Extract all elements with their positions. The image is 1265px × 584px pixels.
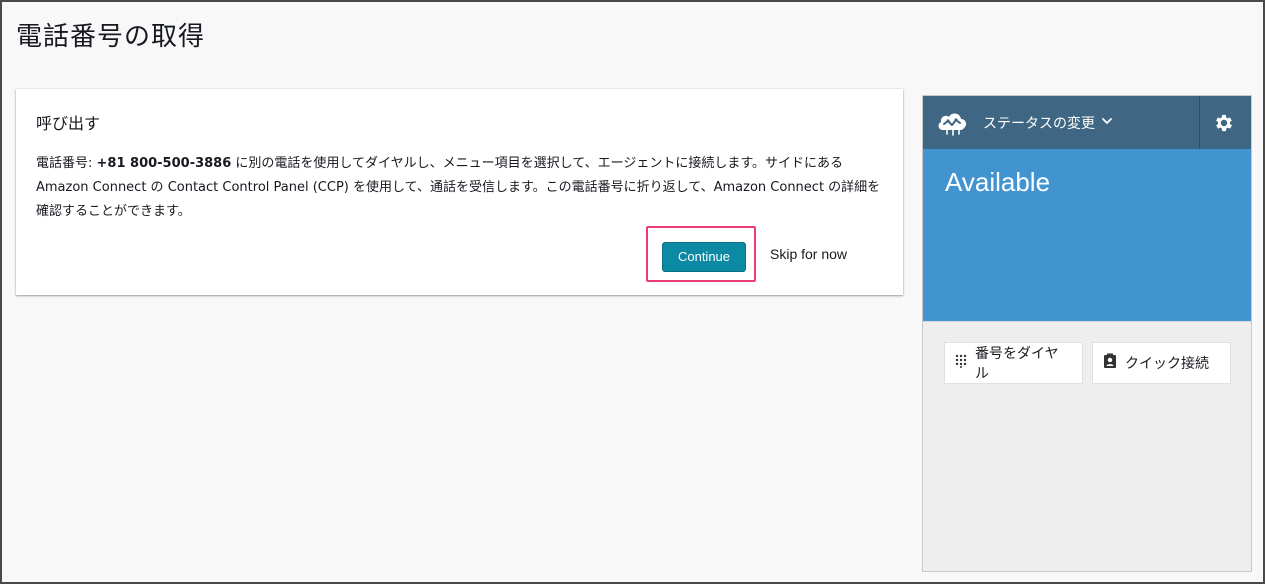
dial-number-label: 番号をダイヤル bbox=[975, 346, 1059, 382]
quick-connect-button[interactable]: クイック接続 bbox=[1092, 342, 1231, 384]
page-title: 電話番号の取得 bbox=[16, 22, 206, 52]
contact-card-icon bbox=[1103, 353, 1117, 373]
status-change-dropdown[interactable]: ステータスの変更 bbox=[983, 112, 1113, 134]
status-change-label: ステータスの変更 bbox=[983, 116, 1095, 132]
continue-button[interactable]: Continue bbox=[662, 242, 746, 272]
header-divider bbox=[1199, 96, 1200, 149]
panel-description: 電話番号: +81 800-500-3886 に別の電話を使用してダイヤルし、メ… bbox=[36, 152, 886, 224]
dialpad-icon bbox=[955, 354, 967, 372]
panel-title: 呼び出す bbox=[36, 114, 101, 133]
agent-status-area: Available bbox=[923, 149, 1251, 321]
contact-control-panel: ステータスの変更 Available 番号をダイヤル クイック接続 bbox=[922, 95, 1252, 572]
ccp-actions: 番号をダイヤル クイック接続 bbox=[923, 321, 1251, 571]
phone-number: +81 800-500-3886 bbox=[96, 156, 232, 171]
agent-status: Available bbox=[945, 167, 1051, 197]
call-prompt-panel: 呼び出す 電話番号: +81 800-500-3886 に別の電話を使用してダイ… bbox=[16, 89, 903, 295]
quick-connect-label: クイック接続 bbox=[1125, 356, 1209, 372]
page-frame: 電話番号の取得 呼び出す 電話番号: +81 800-500-3886 に別の電… bbox=[0, 0, 1265, 584]
chevron-down-icon bbox=[1101, 115, 1113, 131]
dial-number-button[interactable]: 番号をダイヤル bbox=[944, 342, 1083, 384]
cloud-logo-icon bbox=[935, 108, 971, 136]
gear-icon[interactable] bbox=[1213, 112, 1235, 134]
body-prefix: 電話番号: bbox=[36, 156, 97, 171]
ccp-header: ステータスの変更 bbox=[923, 96, 1251, 149]
skip-for-now-button[interactable]: Skip for now bbox=[770, 246, 847, 262]
